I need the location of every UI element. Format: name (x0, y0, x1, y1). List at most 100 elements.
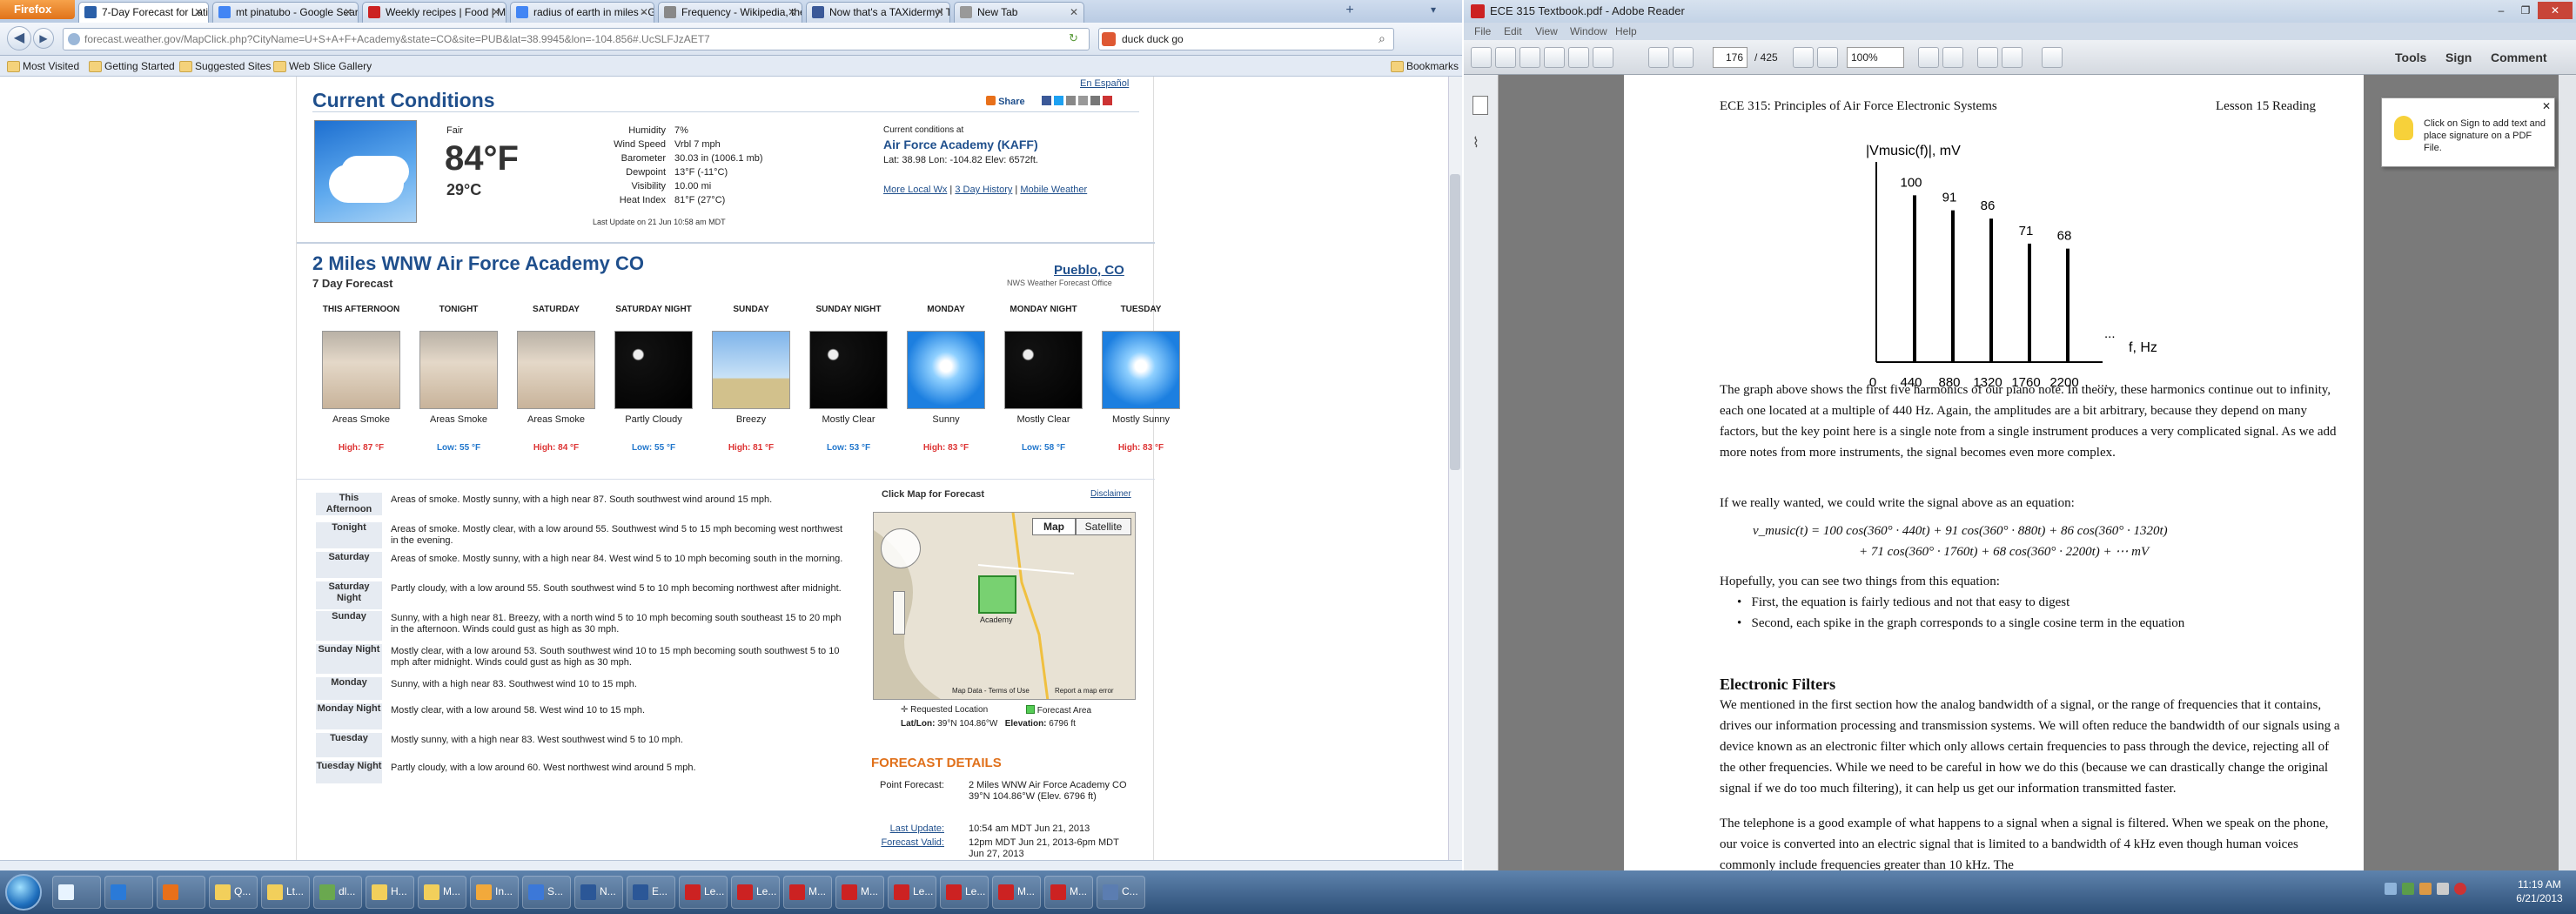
reader-scrollbar[interactable] (2559, 75, 2576, 870)
3-day-history-link[interactable]: 3 Day History (955, 185, 1012, 195)
bookmark-getting-started[interactable]: Getting Started (87, 56, 175, 77)
email-icon[interactable] (1593, 47, 1613, 68)
mail-icon[interactable] (1103, 96, 1112, 105)
mobile-weather-link[interactable]: Mobile Weather (1020, 185, 1087, 195)
map-data-link[interactable]: Map Data - Terms of Use (952, 687, 1030, 695)
satellite-button[interactable]: Satellite (1076, 518, 1131, 535)
tab-1[interactable]: mt pinatubo - Google Search ✕ (212, 2, 359, 23)
taskbar-button-1[interactable] (104, 876, 153, 909)
save-icon[interactable] (1544, 47, 1565, 68)
tools-button[interactable]: Tools (2395, 47, 2426, 68)
forecast-day-8[interactable]: TUESDAY Mostly Sunny High: 83 °F (1096, 305, 1186, 470)
taskbar-button-7[interactable]: M... (418, 876, 466, 909)
close-hint-icon[interactable]: ✕ (2542, 100, 2551, 112)
taskbar-button-5[interactable]: dl... (313, 876, 362, 909)
menu-edit[interactable]: Edit (1504, 23, 1522, 40)
more-local-wx-link[interactable]: More Local Wx (883, 185, 947, 195)
tab-close-icon[interactable]: ✕ (194, 3, 203, 22)
tray-network-icon[interactable] (2385, 883, 2397, 895)
tray-update-icon[interactable] (2419, 883, 2432, 895)
taskbar-button-16[interactable]: Le... (888, 876, 936, 909)
forecast-day-5[interactable]: SUNDAY NIGHT Mostly Clear Low: 53 °F (803, 305, 894, 470)
url-input[interactable]: forecast.weather.gov/MapClick.php?CityNa… (63, 28, 1090, 50)
tab-6[interactable]: New Tab ✕ (954, 2, 1084, 23)
sign-button[interactable]: Sign (2445, 47, 2472, 68)
tab-close-icon[interactable]: ✕ (492, 3, 500, 22)
forecast-day-7[interactable]: MONDAY NIGHT Mostly Clear Low: 58 °F (998, 305, 1089, 470)
map-pan-control[interactable] (881, 528, 921, 568)
station-link[interactable]: Air Force Academy (KAFF) (883, 138, 1038, 151)
taskbar-button-3[interactable]: Q... (209, 876, 258, 909)
page-up-icon[interactable] (1648, 47, 1669, 68)
tab-2[interactable]: Weekly recipes | Food | Mac...✕ (362, 2, 506, 23)
tray-alert-icon[interactable] (2454, 883, 2466, 895)
taskbar-button-10[interactable]: N... (574, 876, 623, 909)
taskbar-button-8[interactable]: In... (470, 876, 519, 909)
comment-bubble-icon[interactable] (1977, 47, 1998, 68)
forecast-day-2[interactable]: SATURDAY Areas Smoke High: 84 °F (511, 305, 601, 470)
tab-close-icon[interactable]: ✕ (788, 3, 796, 22)
taskbar-button-11[interactable]: E... (627, 876, 675, 909)
taskbar-clock[interactable]: 11:19 AM 6/21/2013 (2506, 877, 2573, 905)
taskbar-button-9[interactable]: S... (522, 876, 571, 909)
start-button-icon[interactable] (5, 874, 42, 911)
forecast-day-1[interactable]: TONIGHT Areas Smoke Low: 55 °F (413, 305, 504, 470)
edit-pdf-icon[interactable] (1519, 47, 1540, 68)
taskbar-button-4[interactable]: Lt... (261, 876, 310, 909)
site-identity-icon[interactable] (68, 33, 80, 45)
print-icon[interactable] (1090, 96, 1100, 105)
tab-close-icon[interactable]: ✕ (344, 3, 352, 22)
page-thumbnails-icon[interactable] (1472, 96, 1488, 115)
attachments-paperclip-icon[interactable]: ⌇ (1472, 134, 1488, 153)
email-icon[interactable] (1078, 96, 1088, 105)
menu-file[interactable]: File (1474, 23, 1491, 40)
disclaimer-link[interactable]: Disclaimer (1090, 489, 1131, 499)
page-down-icon[interactable] (1673, 47, 1694, 68)
taskbar-button-17[interactable]: Le... (940, 876, 989, 909)
fit-width-icon[interactable] (1942, 47, 1963, 68)
comment-button[interactable]: Comment (2491, 47, 2547, 68)
fit-page-icon[interactable] (1918, 47, 1939, 68)
bookmark-web-slice-gallery[interactable]: Web Slice Gallery (272, 56, 372, 77)
menu-window[interactable]: Window (1570, 23, 1607, 40)
search-engine-icon[interactable] (1102, 32, 1116, 46)
taskbar-button-0[interactable] (52, 876, 101, 909)
tray-volume-icon[interactable] (2437, 883, 2449, 895)
taskbar-button-18[interactable]: M... (992, 876, 1041, 909)
fd-update-label[interactable]: Last Update: (875, 823, 944, 834)
rss-icon[interactable] (1066, 96, 1076, 105)
map-report-link[interactable]: Report a map error (1055, 687, 1114, 695)
open-file-icon[interactable] (1495, 47, 1516, 68)
facebook-icon[interactable] (1042, 96, 1051, 105)
maximize-icon[interactable]: ❐ (2513, 2, 2538, 19)
forecast-day-3[interactable]: SATURDAY NIGHT Partly Cloudy Low: 55 °F (608, 305, 699, 470)
tab-close-icon[interactable]: ✕ (640, 3, 648, 22)
en-espanol-link[interactable]: En Español (1080, 78, 1129, 89)
minimize-icon[interactable]: – (2489, 2, 2513, 19)
page-scrollbar-thumb[interactable] (1450, 174, 1460, 470)
create-pdf-icon[interactable] (1471, 47, 1492, 68)
taskbar-button-2[interactable] (157, 876, 205, 909)
tab-close-icon[interactable]: ✕ (936, 3, 944, 22)
zoom-out-icon[interactable] (1793, 47, 1814, 68)
taskbar-button-6[interactable]: H... (366, 876, 414, 909)
taskbar-button-15[interactable]: M... (835, 876, 884, 909)
fullscreen-icon[interactable] (2042, 47, 2063, 68)
magnifier-icon[interactable]: ⌕ (1379, 31, 1385, 46)
tab-0[interactable]: 7-Day Forecast for Latitude 3...✕ (78, 2, 209, 23)
search-input[interactable]: duck duck go (1098, 28, 1394, 50)
taskbar-button-20[interactable]: C... (1097, 876, 1145, 909)
menu-help[interactable]: Help (1615, 23, 1637, 40)
taskbar-button-14[interactable]: M... (783, 876, 832, 909)
forecast-day-6[interactable]: MONDAY Sunny High: 83 °F (901, 305, 991, 470)
print-icon[interactable] (1568, 47, 1589, 68)
page-number-input[interactable]: 176 (1713, 47, 1748, 68)
bookmark-suggested-sites[interactable]: Suggested Sites (178, 56, 271, 77)
zoom-in-icon[interactable] (1817, 47, 1838, 68)
map-button[interactable]: Map (1032, 518, 1076, 535)
tab-list-chevron-icon[interactable]: ▾ (1431, 3, 1445, 17)
tray-security-icon[interactable] (2402, 883, 2414, 895)
forecast-day-4[interactable]: SUNDAY Breezy High: 81 °F (706, 305, 796, 470)
twitter-icon[interactable] (1054, 96, 1063, 105)
social-icons[interactable] (1042, 96, 1122, 106)
